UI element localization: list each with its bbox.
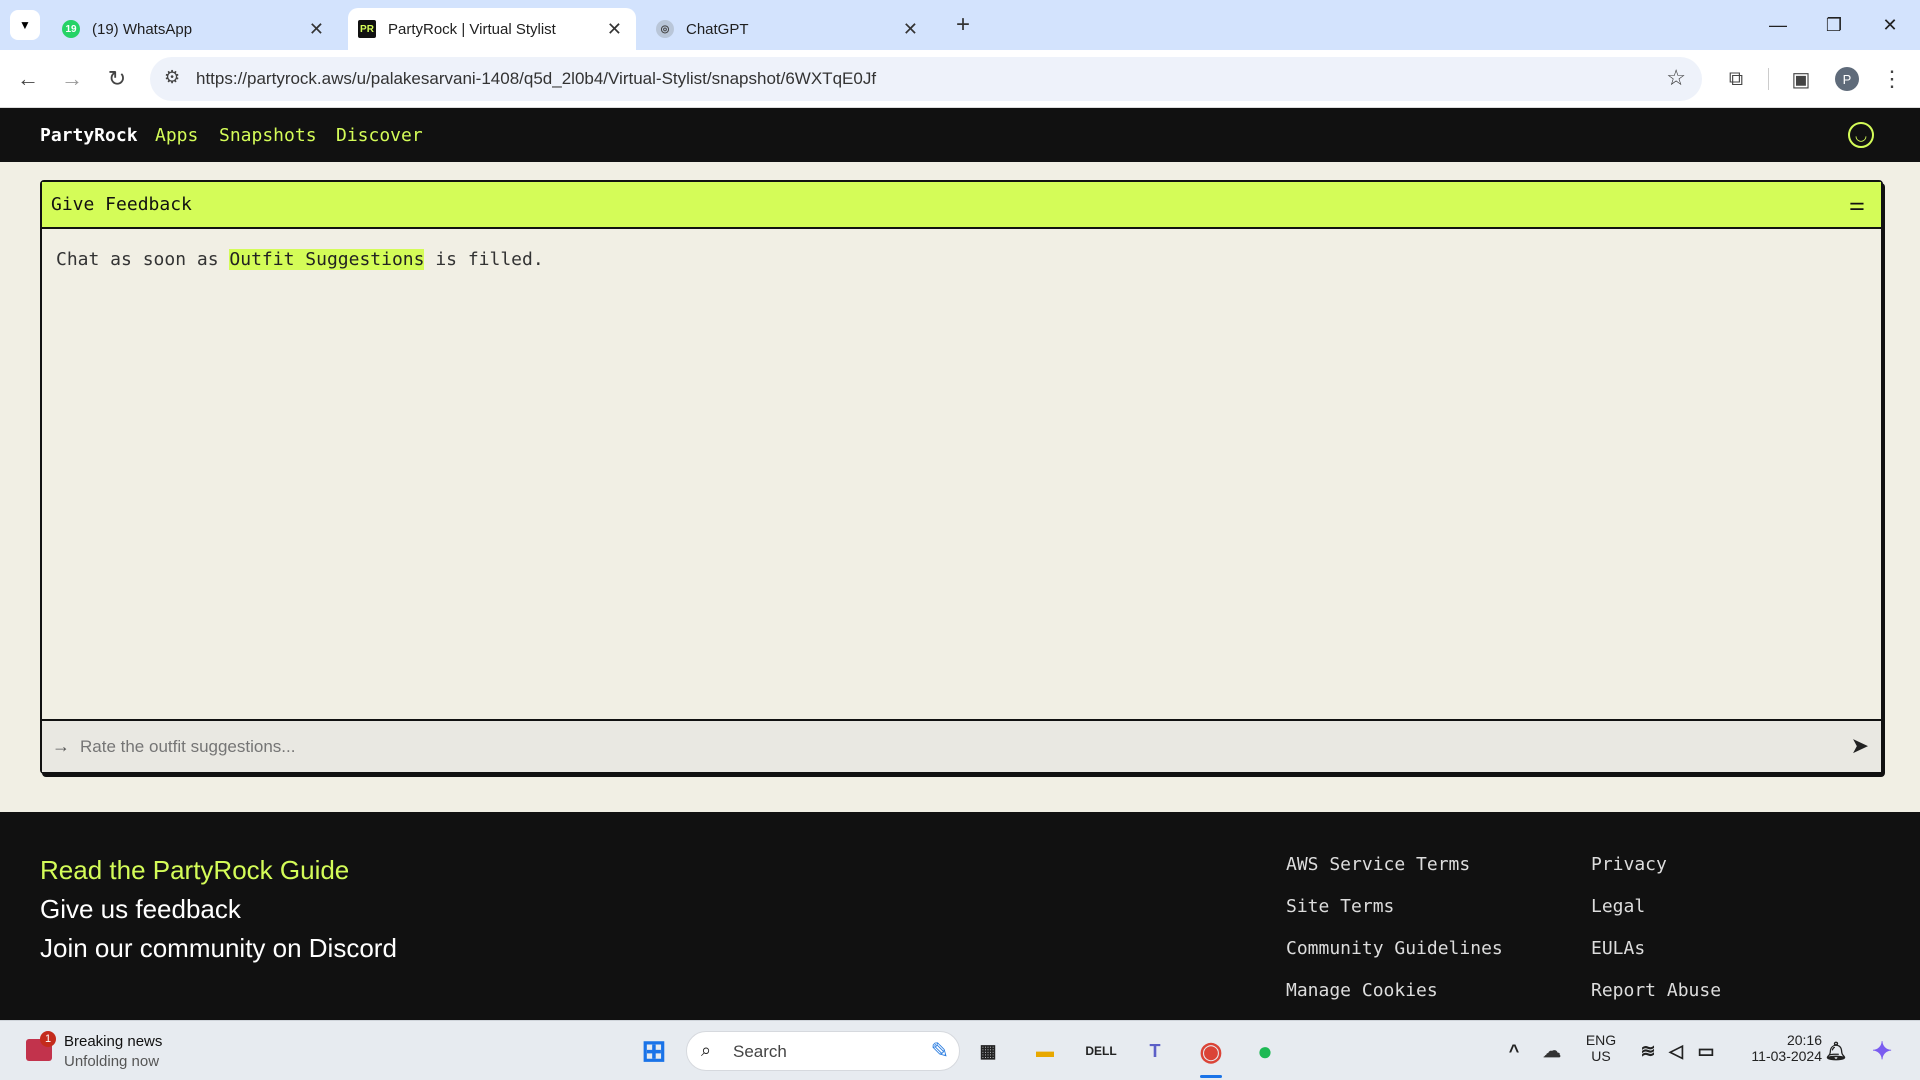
tab-chatgpt[interactable]: ◎ ChatGPT ✕ (646, 8, 932, 50)
windows-taskbar: 1 Breaking news Unfolding now ⊞ ⌕ Search… (0, 1020, 1920, 1080)
footer-eulas[interactable]: EULAs (1591, 938, 1645, 959)
give-feedback-widget: Give Feedback ⚌ Chat as soon as Outfit S… (40, 180, 1883, 774)
clock-date: 11-03-2024 (1751, 1048, 1822, 1064)
footer-site-terms[interactable]: Site Terms (1286, 896, 1394, 917)
app-navbar: PartyRock Apps Snapshots Discover ◡ (0, 108, 1920, 162)
smiley-icon[interactable]: ◡ (1848, 122, 1874, 148)
tab-search-button[interactable]: ▼ (10, 10, 40, 40)
news-title: Breaking news (64, 1033, 163, 1050)
footer-link-discord[interactable]: Join our community on Discord (40, 933, 397, 964)
footer-manage-cookies[interactable]: Manage Cookies (1286, 980, 1438, 1001)
news-widget[interactable]: 1 Breaking news Unfolding now (22, 1029, 222, 1073)
footer-community-guidelines[interactable]: Community Guidelines (1286, 938, 1503, 959)
tab-partyrock[interactable]: PR PartyRock | Virtual Stylist ✕ (348, 8, 636, 50)
restore-button[interactable]: ❐ (1806, 0, 1862, 50)
footer: Read the PartyRock Guide Give us feedbac… (0, 812, 1920, 1020)
teams-icon[interactable]: T (1137, 1033, 1173, 1069)
footer-link-feedback[interactable]: Give us feedback (40, 894, 241, 925)
site-info-icon[interactable]: ⚙ (164, 67, 180, 88)
whatsapp-icon: 19 (62, 20, 80, 38)
widget-title: Give Feedback (51, 194, 192, 215)
windows-start-icon[interactable]: ⊞ (636, 1033, 672, 1069)
nav-discover[interactable]: Discover (336, 125, 423, 146)
search-icon: ⌕ (701, 1040, 712, 1060)
spotify-icon[interactable]: ● (1247, 1033, 1283, 1069)
news-subtitle: Unfolding now (64, 1053, 160, 1070)
nav-apps[interactable]: Apps (155, 125, 198, 146)
minimize-button[interactable]: — (1750, 0, 1806, 50)
chat-input[interactable] (80, 729, 1780, 764)
url-text: https://partyrock.aws/u/palakesarvani-14… (196, 69, 877, 88)
reload-button[interactable]: ↻ (99, 61, 135, 97)
widget-header: Give Feedback ⚌ (42, 182, 1881, 229)
browser-tab-strip: ▼ 19 (19) WhatsApp ✕ PR PartyRock | Virt… (0, 0, 1920, 50)
chrome-icon[interactable]: ◉ (1193, 1033, 1229, 1069)
task-view-icon[interactable]: ▦ (970, 1033, 1006, 1069)
settings-sliders-icon[interactable]: ⚌ (1849, 194, 1865, 215)
nav-snapshots[interactable]: Snapshots (219, 125, 317, 146)
chat-input-bar: → ➤ (42, 719, 1881, 772)
dell-icon[interactable]: DELL (1083, 1033, 1119, 1069)
footer-report-abuse[interactable]: Report Abuse (1591, 980, 1721, 1001)
arrow-right-icon: → (52, 736, 70, 756)
side-panel-icon[interactable]: ▣ (1783, 61, 1819, 97)
partyrock-icon: PR (358, 20, 376, 38)
outfit-suggestions-reference: Outfit Suggestions (229, 249, 425, 270)
forward-button[interactable]: → (54, 61, 90, 97)
close-window-button[interactable]: ✕ (1862, 0, 1918, 50)
region-code: US (1591, 1048, 1611, 1064)
close-tab-icon[interactable]: ✕ (607, 19, 622, 40)
taskbar-search[interactable]: ⌕ Search ✎ (686, 1031, 960, 1071)
browser-menu-icon[interactable]: ⋮ (1874, 61, 1910, 97)
widget-message: Chat as soon as Outfit Suggestions is fi… (42, 229, 1881, 270)
news-badge: 1 (40, 1031, 56, 1047)
footer-privacy[interactable]: Privacy (1591, 854, 1667, 875)
close-tab-icon[interactable]: ✕ (309, 19, 324, 40)
new-tab-button[interactable]: + (948, 10, 978, 40)
clock[interactable]: 20:16 11-03-2024 (1732, 1032, 1822, 1064)
file-explorer-icon[interactable]: ▬ (1027, 1033, 1063, 1069)
onedrive-icon[interactable]: ☁ (1534, 1033, 1570, 1069)
tab-label: ChatGPT (686, 20, 749, 38)
language-indicator[interactable]: ENG US (1578, 1032, 1624, 1064)
chrome-active-indicator (1200, 1075, 1222, 1078)
chatgpt-icon: ◎ (656, 20, 674, 38)
copilot-icon[interactable]: ✦ (1864, 1033, 1900, 1069)
notification-bell-icon[interactable]: 🔔︎ (1818, 1033, 1854, 1069)
tray-chevron-icon[interactable]: ^ (1496, 1033, 1532, 1069)
footer-aws-service-terms[interactable]: AWS Service Terms (1286, 854, 1470, 875)
footer-link-guide[interactable]: Read the PartyRock Guide (40, 855, 349, 886)
send-icon[interactable]: ➤ (1851, 733, 1869, 759)
back-button[interactable]: ← (10, 61, 46, 97)
message-suffix: is filled. (435, 249, 544, 270)
close-tab-icon[interactable]: ✕ (903, 19, 918, 40)
tab-whatsapp[interactable]: 19 (19) WhatsApp ✕ (52, 8, 338, 50)
search-placeholder: Search (733, 1042, 787, 1061)
tab-label: (19) WhatsApp (92, 20, 193, 38)
extensions-icon[interactable]: ⧉ (1718, 61, 1754, 97)
profile-avatar[interactable]: P (1835, 67, 1859, 91)
footer-legal[interactable]: Legal (1591, 896, 1645, 917)
clock-time: 20:16 (1786, 1032, 1822, 1048)
address-bar[interactable]: ⚙ https://partyrock.aws/u/palakesarvani-… (150, 57, 1702, 101)
brand-logo[interactable]: PartyRock (40, 125, 138, 146)
message-prefix: Chat as soon as (56, 249, 219, 270)
battery-icon[interactable]: ▭ (1688, 1033, 1724, 1069)
search-highlight-icon: ✎ (930, 1038, 949, 1063)
toolbar-divider (1768, 68, 1769, 90)
browser-toolbar: ← → ↻ ⚙ https://partyrock.aws/u/palakesa… (0, 50, 1920, 108)
language-code: ENG (1585, 1032, 1617, 1048)
bookmark-star-icon[interactable]: ☆ (1666, 65, 1686, 91)
tab-label: PartyRock | Virtual Stylist (388, 20, 556, 38)
